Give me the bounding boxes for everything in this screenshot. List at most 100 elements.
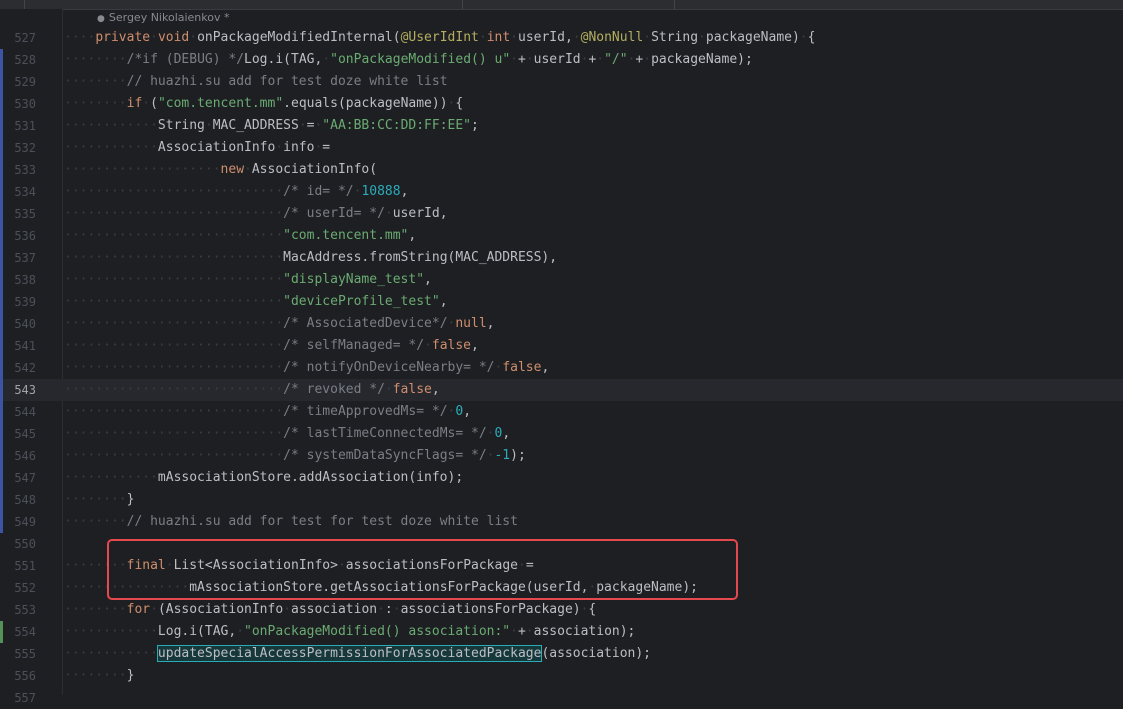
code-token: association — [291, 602, 378, 617]
whitespace-marker: · — [392, 602, 401, 617]
code-text[interactable]: ····························"com.tencent… — [64, 225, 416, 247]
code-text[interactable]: ····························/* timeAppro… — [64, 401, 471, 423]
whitespace-marker: · — [150, 602, 158, 617]
code-line[interactable]: 539 ····························"devicePr… — [0, 291, 1123, 313]
code-text[interactable]: ········if·("com.tencent.mm".equals(pack… — [64, 93, 463, 115]
code-token: } — [126, 668, 135, 683]
comment: /*if (DEBUG) */ — [126, 52, 245, 67]
code-line[interactable]: 556 ········} — [0, 665, 1123, 687]
code-line[interactable]: 548 ········} — [0, 489, 1123, 511]
code-line[interactable]: 549 ········// huazhi.su add for test for… — [0, 511, 1123, 533]
whitespace-marker: ···················· — [64, 162, 221, 177]
code-text[interactable]: ····························/* selfManag… — [64, 335, 479, 357]
code-line[interactable]: 530 ········if·("com.tencent.mm".equals(p… — [0, 93, 1123, 115]
code-text[interactable]: ····························"displayName… — [64, 269, 432, 291]
code-token: ; — [471, 118, 479, 133]
code-text[interactable]: ········} — [64, 665, 134, 687]
code-token: { — [588, 602, 597, 617]
line-number: 545 — [14, 427, 36, 441]
whitespace-marker: · — [510, 52, 518, 67]
code-line[interactable]: 545 ····························/* lastTi… — [0, 423, 1123, 445]
code-line[interactable]: 550 — [0, 533, 1123, 555]
whitespace-marker: ········ — [64, 492, 127, 507]
code-text[interactable]: ····························MacAddress.f… — [64, 247, 557, 269]
author-name: Sergey Nikolaienkov * — [108, 11, 230, 24]
code-line[interactable]: 554 ············Log.i(TAG,·"onPackageModi… — [0, 621, 1123, 643]
code-text[interactable]: ········// huazhi.su add for test doze w… — [64, 71, 448, 93]
code-text[interactable]: ····························/* userId= *… — [64, 203, 448, 225]
code-text[interactable]: ····························/* Associate… — [64, 313, 495, 335]
code-line[interactable]: 533 ····················new·AssociationIn… — [0, 159, 1123, 181]
code-text[interactable]: ················mAssociationStore.getAss… — [64, 577, 698, 599]
code-text[interactable]: ····private·void·onPackageModifiedIntern… — [64, 27, 815, 49]
code-line[interactable]: 537 ····························MacAddres… — [0, 247, 1123, 269]
code-text[interactable]: ········/*if (DEBUG) */Log.i(TAG,·"onPac… — [64, 49, 753, 71]
line-number: 528 — [14, 53, 36, 67]
annotation: @NonNull — [580, 30, 644, 45]
code-text[interactable]: ····························/* revoked *… — [64, 379, 440, 401]
code-line[interactable]: 528 ········/*if (DEBUG) */Log.i(TAG,·"on… — [0, 49, 1123, 71]
code-text[interactable]: ············updateSpecialAccessPermissio… — [64, 643, 651, 665]
whitespace-marker: · — [525, 52, 534, 67]
code-token: { — [807, 30, 816, 45]
keyword: false — [431, 338, 472, 353]
code-line[interactable]: 544 ····························/* timeAp… — [0, 401, 1123, 423]
code-token: mAssociationStore.getAssociationsForPack… — [189, 580, 589, 595]
whitespace-marker: · — [283, 602, 291, 617]
code-text[interactable]: ········} — [64, 489, 134, 511]
code-line[interactable]: 555 ············updateSpecialAccessPermis… — [0, 643, 1123, 665]
editor-tab-strip[interactable] — [0, 0, 1123, 10]
code-text[interactable]: ············AssociationInfo·info·= — [64, 137, 330, 159]
code-token: , — [502, 426, 511, 441]
code-line[interactable]: 531 ············String·MAC_ADDRESS·=·"AA:… — [0, 115, 1123, 137]
code-text[interactable]: ············mAssociationStore.addAssocia… — [64, 467, 463, 489]
code-token: , — [463, 404, 472, 419]
whitespace-marker: ············ — [64, 118, 158, 133]
code-line[interactable]: 529 ········// huazhi.su add for test doz… — [0, 71, 1123, 93]
whitespace-marker: ········ — [64, 558, 127, 573]
line-number: 541 — [14, 339, 36, 353]
code-line[interactable]: 547 ············mAssociationStore.addAsso… — [0, 467, 1123, 489]
code-line[interactable]: 542 ····························/* notify… — [0, 357, 1123, 379]
code-text[interactable]: ············String·MAC_ADDRESS·=·"AA:BB:… — [64, 115, 479, 137]
code-line[interactable]: 557 — [0, 687, 1123, 709]
code-line[interactable]: 553 ········for·(AssociationInfo·associat… — [0, 599, 1123, 621]
code-token: , — [439, 294, 448, 309]
code-text[interactable]: ····························/* systemDat… — [64, 445, 526, 467]
code-token: associationsForPackage) — [400, 602, 581, 617]
code-line[interactable]: 536 ····························"com.tenc… — [0, 225, 1123, 247]
code-line[interactable]: 552 ················mAssociationStore.get… — [0, 577, 1123, 599]
code-line[interactable]: 535 ····························/* userId… — [0, 203, 1123, 225]
code-line[interactable]: 534 ····························/* id= */… — [0, 181, 1123, 203]
code-line[interactable]: 538 ····························"displayN… — [0, 269, 1123, 291]
code-line[interactable]: 551 ········final·List<AssociationInfo>·a… — [0, 555, 1123, 577]
code-line[interactable]: 540 ····························/* Associ… — [0, 313, 1123, 335]
code-line[interactable]: 543 ····························/* revoke… — [0, 379, 1123, 401]
number-literal: 0 — [455, 404, 464, 419]
line-number: 529 — [14, 75, 36, 89]
code-text[interactable]: ········for·(AssociationInfo·association… — [64, 599, 596, 621]
code-text[interactable]: ····························"deviceProfi… — [64, 291, 448, 313]
line-number: 544 — [14, 405, 36, 419]
code-token: } — [126, 492, 135, 507]
keyword: false — [502, 360, 542, 375]
code-line[interactable]: 532 ············AssociationInfo·info·= — [0, 137, 1123, 159]
code-line[interactable]: 527 ····private·void·onPackageModifiedInt… — [0, 27, 1123, 49]
line-number: 538 — [14, 273, 36, 287]
line-number: 552 — [14, 581, 36, 595]
code-token: AssociationInfo( — [251, 162, 378, 177]
code-line[interactable]: 546 ····························/* system… — [0, 445, 1123, 467]
code-text[interactable]: ········// huazhi.su add for test for te… — [64, 511, 518, 533]
code-text[interactable]: ············Log.i(TAG,·"onPackageModifie… — [64, 621, 635, 643]
whitespace-marker: · — [799, 30, 808, 45]
line-number: 535 — [14, 207, 36, 221]
code-text[interactable]: ····························/* id= */·10… — [64, 181, 408, 203]
code-text[interactable]: ····························/* notifyOnD… — [64, 357, 549, 379]
whitespace-marker: · — [424, 338, 432, 353]
code-line[interactable]: 541 ····························/* selfMa… — [0, 335, 1123, 357]
code-vision-author[interactable]: ● Sergey Nikolaienkov * — [97, 10, 230, 26]
code-text[interactable]: ····················new·AssociationInfo( — [64, 159, 377, 181]
code-text[interactable]: ····························/* lastTimeC… — [64, 423, 510, 445]
code-token: MacAddress.fromString(MAC_ADDRESS), — [283, 250, 558, 265]
code-text[interactable]: ········final·List<AssociationInfo>·asso… — [64, 555, 534, 577]
